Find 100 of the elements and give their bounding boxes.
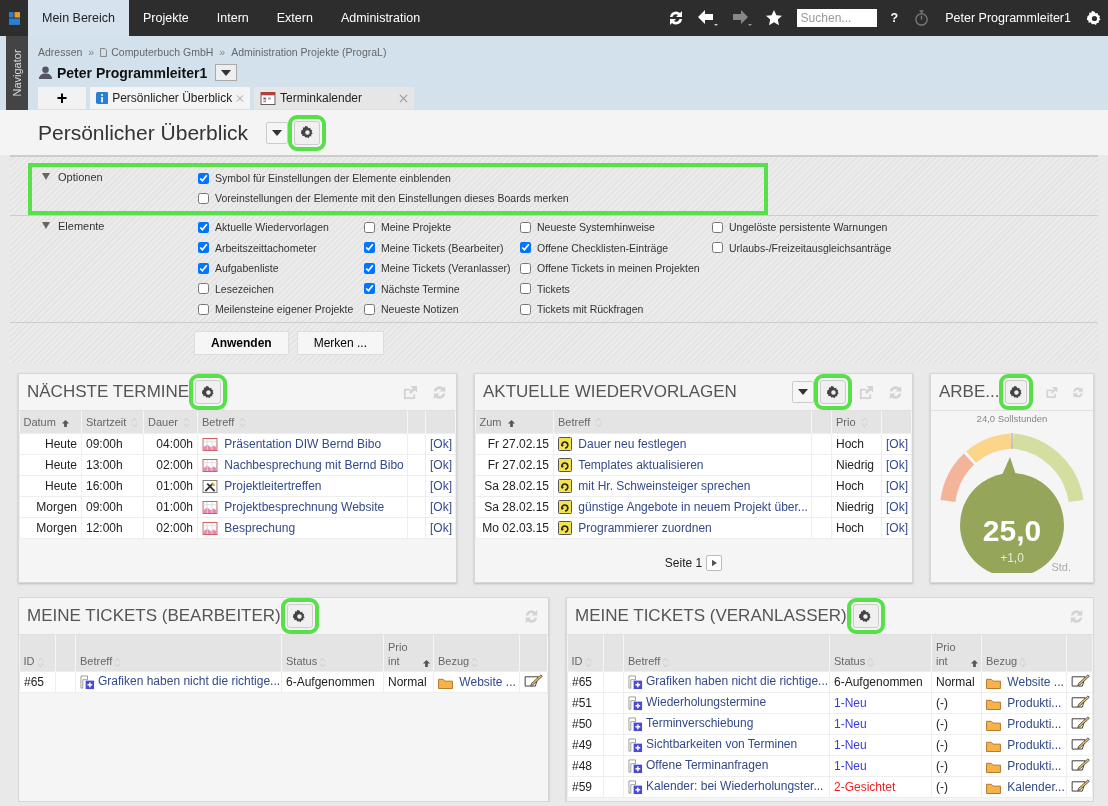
column-header[interactable]: Bezug [981,635,1067,672]
checkbox[interactable] [198,303,209,315]
dropdown-button[interactable] [266,121,289,144]
checkbox[interactable] [520,242,531,253]
edit-icon[interactable] [1071,758,1090,771]
follow-up-icon [558,458,572,473]
checkbox[interactable] [712,242,723,253]
table-cell: 09:00h [81,433,144,455]
appointment-icon [202,501,218,515]
follow-up-icon [558,479,572,494]
menu-tab[interactable]: Extern [262,0,327,36]
gear-icon [1009,385,1023,399]
app-logo-icon[interactable] [8,11,20,25]
column-header[interactable]: Startzeit [81,411,144,434]
widget-title: AKTUELLE WIEDERVORLAGEN [483,382,737,402]
info-icon [96,91,109,105]
checkbox[interactable] [198,242,209,253]
add-tab-button[interactable]: + [38,87,86,109]
checkbox[interactable] [520,283,531,294]
menu-tab[interactable]: Projekte [128,0,203,36]
action-button[interactable]: Merken ... [296,331,385,355]
follow-up-icon [558,437,572,452]
stopwatch-icon[interactable] [914,9,930,27]
folder-icon [986,697,1001,710]
tab[interactable]: Terminkalender [254,87,414,109]
gear-icon [826,385,840,399]
checkbox[interactable] [520,221,531,233]
column-header[interactable]: ID [19,635,56,672]
help-button[interactable]: ? [884,11,905,25]
next-page-button[interactable] [706,555,723,571]
tab[interactable]: Persönlicher Überblick [90,87,250,109]
edit-icon[interactable] [1071,716,1090,729]
menu-tab[interactable]: Intern [202,0,263,36]
column-header[interactable]: Datum [19,411,82,434]
breadcrumb-link[interactable]: Administration Projekte (PrograL) [231,46,387,58]
checkbox[interactable] [364,221,375,233]
checkbox[interactable] [198,192,209,204]
action-button[interactable]: Anwenden [194,331,289,355]
edit-icon[interactable] [1071,695,1090,708]
checkbox-label: Tickets [537,282,570,295]
column-header[interactable]: Prio int [931,635,982,672]
column-header[interactable]: Betreff [553,411,812,434]
search-field[interactable]: Suchen... [796,9,877,27]
gear-icon [859,609,873,623]
user-menu[interactable]: Peter Programmleiter1 [939,11,1077,25]
edit-icon[interactable] [1071,737,1090,750]
column-header[interactable]: Betreff [623,635,830,672]
column-header[interactable]: Betreff [197,411,408,434]
edit-icon[interactable] [524,674,543,687]
checkbox[interactable] [364,242,375,253]
folder-icon [986,760,1001,773]
menu-tab[interactable]: Mein Bereich [28,0,129,36]
section-toggle[interactable]: Optionen [42,171,198,185]
column-header[interactable]: Status [829,635,932,672]
column-header[interactable]: Betreff [75,635,282,672]
checkbox-label: Tickets mit Rückfragen [537,303,644,315]
table-cell: 04:00h [143,433,198,455]
checkbox[interactable] [364,303,375,315]
column-header[interactable]: Zum [475,411,554,434]
checkbox[interactable] [712,221,723,233]
checkbox[interactable] [198,172,209,184]
star-icon[interactable] [764,9,783,27]
column-header[interactable]: Prio [831,411,882,434]
checkbox[interactable] [364,262,375,274]
table-cell: Normal [383,671,434,693]
forward-arrow-icon[interactable] [730,9,753,27]
back-arrow-icon[interactable] [696,9,719,27]
table-cell: Heute [19,454,82,476]
checkbox[interactable] [198,221,209,233]
checkbox[interactable] [520,262,531,274]
table-cell: #50 [567,713,604,735]
checkbox-label: Voreinstellungen der Elemente mit den Einstellungen dieses Boards merken [215,192,569,204]
checkbox-label: Meilensteine eigener Projekte [215,303,354,315]
table-cell: Normal [931,671,982,693]
checkbox[interactable] [364,283,375,294]
checkbox[interactable] [198,283,209,294]
checkbox-label: Aufgabenliste [215,262,279,274]
table-cell: Heute [19,433,82,455]
column-header[interactable]: Bezug [433,635,520,672]
checkbox-label: Nächste Termine [381,282,460,295]
breadcrumb-link[interactable]: Adressen [38,46,83,58]
column-header[interactable]: ID [567,635,604,672]
menu-tab[interactable]: Administration [326,0,435,36]
navigator-tab[interactable]: Navigator [6,36,28,110]
column-header[interactable]: Prio int [383,635,434,672]
checkbox[interactable] [198,262,209,274]
edit-icon[interactable] [1071,779,1090,792]
caret-icon [798,389,808,395]
settings-icon[interactable] [1087,10,1102,26]
checkbox-label: Neueste Systemhinweise [537,221,655,233]
column-header[interactable]: Status [281,635,384,672]
section-toggle[interactable]: Elemente [42,220,198,234]
checkbox[interactable] [520,303,531,315]
dropdown-button[interactable] [215,64,238,81]
dropdown-button[interactable] [792,381,814,403]
column-header[interactable]: Dauer [143,411,198,434]
table-cell: Heute [19,475,82,497]
edit-icon[interactable] [1071,674,1090,687]
breadcrumb-link[interactable]: Computerbuch GmbH [111,46,214,58]
checkbox-label: Lesezeichen [215,282,274,295]
